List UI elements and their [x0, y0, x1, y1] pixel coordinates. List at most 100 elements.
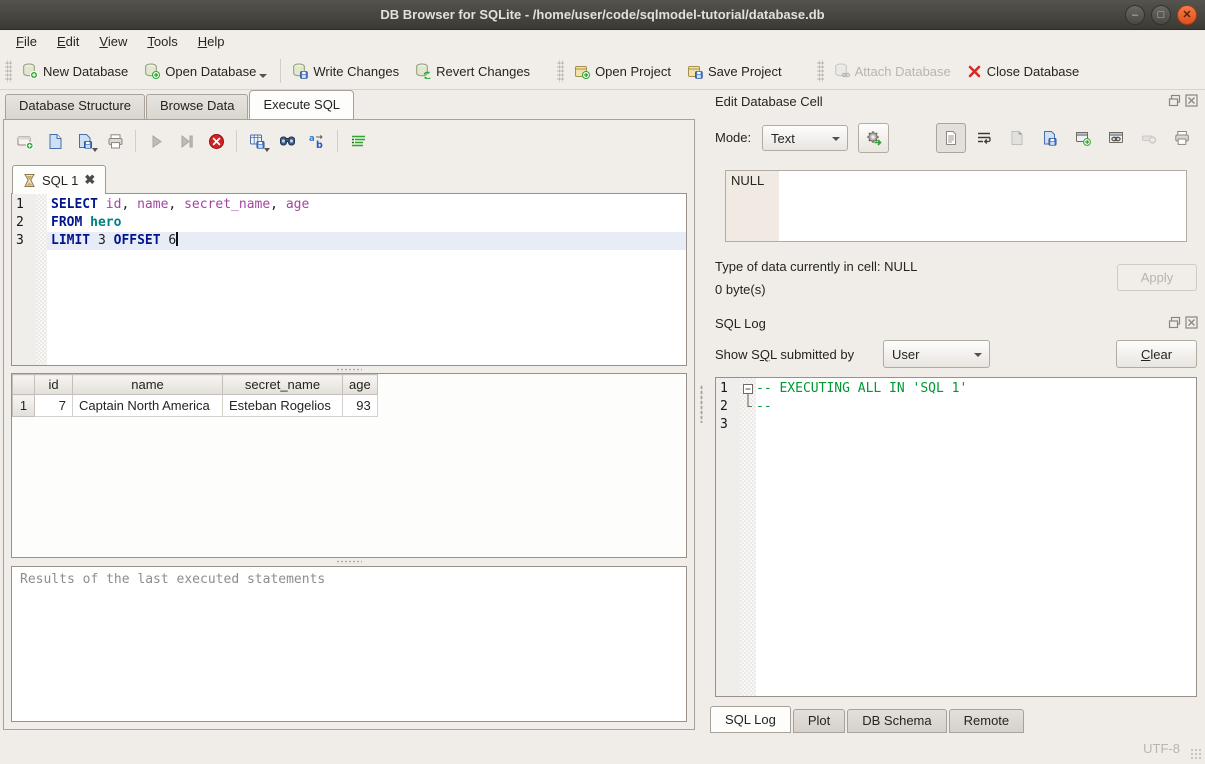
cell-value-gutter: NULL	[726, 171, 779, 241]
results-table[interactable]: idnamesecret_nameage17Captain North Amer…	[11, 373, 687, 558]
attach-database-button: Attach Database	[827, 59, 960, 83]
export-results-button[interactable]	[244, 128, 270, 154]
copy-link-button[interactable]	[1101, 123, 1131, 153]
table-cell[interactable]: Esteban Rogelios	[223, 395, 343, 417]
close-icon[interactable]: ✕	[1177, 5, 1197, 25]
column-header-id[interactable]: id	[35, 375, 73, 395]
statusbar: UTF-8	[0, 735, 1205, 764]
revert-changes-button[interactable]: Revert Changes	[408, 59, 539, 83]
close-database-button[interactable]: Close Database	[960, 60, 1089, 83]
column-header-secret_name[interactable]: secret_name	[223, 375, 343, 395]
log-filter-label: Show SQL submitted by	[715, 347, 854, 362]
write-changes-button[interactable]: Write Changes	[285, 59, 408, 83]
chevron-down-icon	[832, 137, 840, 141]
export-data-icon	[1042, 130, 1058, 146]
new-database-button[interactable]: New Database	[15, 59, 137, 83]
clear-log-button[interactable]: Clear	[1116, 340, 1197, 368]
menu-item-view[interactable]: View	[89, 32, 137, 51]
column-header-age[interactable]: age	[343, 375, 378, 395]
find-replace-button[interactable]: ab	[304, 128, 330, 154]
format-sql-button[interactable]	[345, 128, 371, 154]
splitter-results-message[interactable]	[11, 558, 687, 566]
save-sql-dropdown-icon[interactable]	[92, 148, 98, 152]
float-dock-icon[interactable]	[1168, 316, 1181, 329]
close-tab-icon[interactable]: ✖	[84, 172, 95, 188]
log-filter-select[interactable]: User	[883, 340, 990, 368]
open-project-button[interactable]: Open Project	[567, 59, 680, 83]
menu-item-file[interactable]: File	[6, 32, 47, 51]
text-mode-button[interactable]	[936, 123, 966, 153]
menu-item-help[interactable]: Help	[188, 32, 235, 51]
minimize-icon[interactable]: –	[1125, 5, 1145, 25]
tab-plot[interactable]: Plot	[793, 709, 845, 733]
sql-log-dock-buttons	[1168, 316, 1198, 329]
open-external-button[interactable]	[1068, 123, 1098, 153]
edit-cell-dock-title: Edit Database Cell	[715, 94, 823, 109]
table-cell[interactable]: Captain North America	[73, 395, 223, 417]
tab-execute-sql[interactable]: Execute SQL	[249, 90, 354, 119]
window-title: DB Browser for SQLite - /home/user/code/…	[380, 7, 824, 22]
tab-browse-data[interactable]: Browse Data	[146, 94, 248, 119]
menu-item-tools[interactable]: Tools	[137, 32, 187, 51]
find-button[interactable]	[274, 128, 300, 154]
tab-remote[interactable]: Remote	[949, 709, 1025, 733]
editor-line[interactable]: 2FROM hero	[12, 214, 686, 232]
tab-database-structure[interactable]: Database Structure	[5, 94, 145, 119]
resize-grip[interactable]	[1190, 748, 1202, 760]
column-header-name[interactable]: name	[73, 375, 223, 395]
tab-sql-log[interactable]: SQL Log	[710, 706, 791, 733]
float-dock-icon[interactable]	[1168, 94, 1181, 107]
cell-type-info: Type of data currently in cell: NULL	[715, 259, 917, 274]
left-pane: Database Structure Browse Data Execute S…	[0, 90, 698, 735]
text-mode-icon	[943, 130, 959, 146]
toolbar-drag-handle[interactable]	[557, 60, 564, 82]
execute-line-button	[173, 128, 199, 154]
main-toolbar: New Database Open Database Write Changes…	[0, 53, 1205, 90]
word-wrap-button[interactable]	[969, 123, 999, 153]
menubar: FileEditViewToolsHelp	[0, 30, 1205, 53]
print-cell-button[interactable]	[1167, 123, 1197, 153]
menu-item-edit[interactable]: Edit	[47, 32, 89, 51]
sql-editor[interactable]: 1SELECT id, name, secret_name, age2FROM …	[11, 193, 687, 366]
close-dock-icon[interactable]	[1185, 316, 1198, 329]
save-project-button[interactable]: Save Project	[680, 59, 791, 83]
table-cell[interactable]: 93	[343, 395, 378, 417]
row-number[interactable]: 1	[13, 395, 35, 417]
print-button[interactable]	[102, 128, 128, 154]
editor-line[interactable]: 3LIMIT 3 OFFSET 6	[12, 232, 686, 250]
maximize-icon[interactable]: □	[1151, 5, 1171, 25]
fold-marker-icon[interactable]	[742, 380, 756, 416]
table-row[interactable]: 17Captain North AmericaEsteban Rogelios9…	[13, 395, 378, 417]
new-tab-button[interactable]	[12, 128, 38, 154]
save-project-label: Save Project	[708, 64, 782, 79]
toolbar-drag-handle[interactable]	[5, 60, 12, 82]
sql-log-editor[interactable]: 1-- EXECUTING ALL IN 'SQL 1'2--3	[715, 377, 1197, 697]
close-dock-icon[interactable]	[1185, 94, 1198, 107]
sql-tab[interactable]: SQL 1 ✖	[12, 165, 106, 194]
save-sql-file-button[interactable]	[72, 128, 98, 154]
splitter-left-right[interactable]	[698, 90, 705, 735]
mode-select[interactable]: Text	[762, 125, 848, 151]
save-sql-file-icon	[77, 133, 94, 150]
cell-value-editor[interactable]: NULL	[725, 170, 1187, 242]
tab-db-schema[interactable]: DB Schema	[847, 709, 946, 733]
open-database-button[interactable]: Open Database	[137, 59, 276, 83]
open-project-label: Open Project	[595, 64, 671, 79]
table-cell[interactable]: 7	[35, 395, 73, 417]
apply-format-button[interactable]	[858, 123, 889, 153]
open-sql-file-button[interactable]	[42, 128, 68, 154]
table-corner[interactable]	[13, 375, 35, 395]
toolbar-drag-handle[interactable]	[817, 60, 824, 82]
editor-line[interactable]: 1SELECT id, name, secret_name, age	[12, 196, 686, 214]
toolbar-separator	[236, 130, 237, 152]
open-database-dropdown-icon[interactable]	[259, 74, 267, 78]
export-data-button[interactable]	[1035, 123, 1065, 153]
find-replace-icon: ab	[308, 133, 326, 150]
log-line: 1-- EXECUTING ALL IN 'SQL 1'	[716, 380, 1196, 398]
stop-button[interactable]	[203, 128, 229, 154]
export-dropdown-icon[interactable]	[264, 148, 270, 152]
results-message-box[interactable]: Results of the last executed statements	[11, 566, 687, 722]
copy-link-icon	[1108, 130, 1124, 146]
cell-size-info: 0 byte(s)	[715, 282, 766, 297]
save-project-icon	[687, 63, 703, 79]
